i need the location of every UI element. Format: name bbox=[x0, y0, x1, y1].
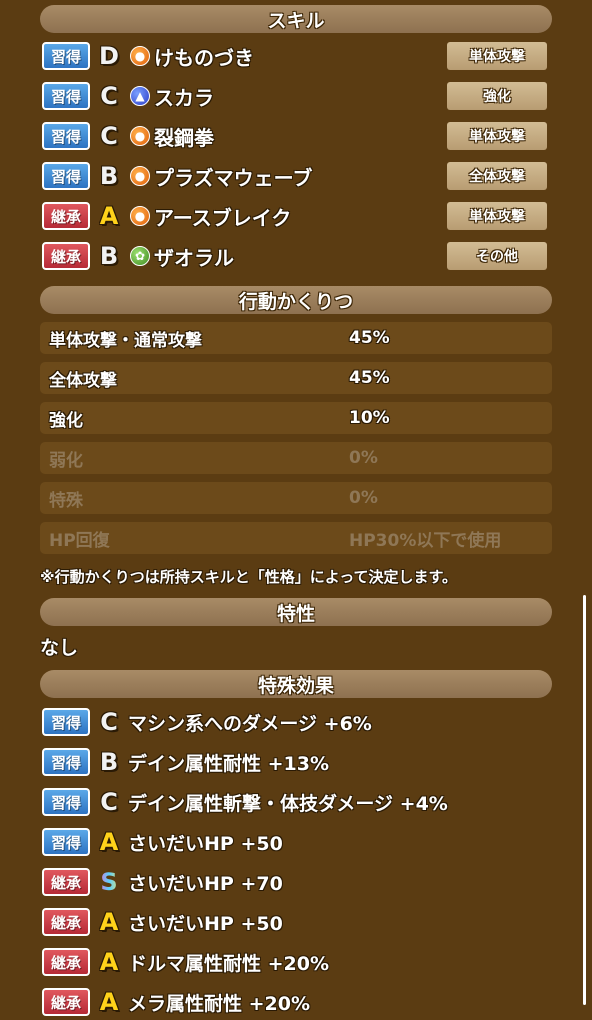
effect-text: ドルマ属性耐性 +20% bbox=[128, 952, 330, 975]
learn-badge: 習得 bbox=[42, 708, 90, 736]
effect-row: 継承 A ドルマ属性耐性 +20% bbox=[42, 945, 329, 979]
effect-text: デイン属性斬撃・体技ダメージ +4% bbox=[128, 792, 448, 815]
skill-row: 習得 B ● プラズマウェーブ bbox=[42, 159, 312, 193]
monster-detail-page: スキル 習得 D ● けものづき 単体攻撃 習得 C ▲ スカラ 強化 習得 C… bbox=[0, 0, 592, 1020]
rank-letter: B bbox=[99, 162, 119, 190]
trait-header: 特性 bbox=[40, 598, 552, 626]
behavior-label: 強化 bbox=[49, 410, 83, 431]
skill-name: けものづき bbox=[154, 45, 254, 70]
effect-row: 継承 A さいだいHP +50 bbox=[42, 905, 283, 939]
skill-row: 習得 C ● 裂鋼拳 bbox=[42, 119, 214, 153]
learn-badge: 習得 bbox=[42, 42, 90, 70]
rank-letter: S bbox=[96, 868, 122, 896]
orange-orb-icon: ● bbox=[130, 46, 150, 66]
behavior-label: 単体攻撃・通常攻撃 bbox=[49, 330, 202, 351]
skill-category-button[interactable]: 強化 bbox=[447, 82, 547, 110]
blue-shield-orb-icon: ▲ bbox=[130, 86, 150, 106]
behavior-label: HP回復 bbox=[49, 530, 110, 551]
behavior-label: 弱化 bbox=[49, 450, 83, 471]
rank-letter: C bbox=[100, 122, 118, 150]
rank-letter: A bbox=[99, 908, 119, 936]
skill-category-button[interactable]: 単体攻撃 bbox=[447, 202, 547, 230]
behavior-value: 45% bbox=[349, 368, 390, 388]
effect-text: さいだいHP +50 bbox=[128, 832, 283, 855]
inherit-badge: 継承 bbox=[42, 988, 90, 1016]
orange-orb-icon: ● bbox=[130, 166, 150, 186]
behavior-row: 強化 10% bbox=[40, 402, 552, 434]
effect-row: 習得 C マシン系へのダメージ +6% bbox=[42, 705, 372, 739]
scrollbar[interactable] bbox=[583, 595, 586, 1005]
learn-badge: 習得 bbox=[42, 828, 90, 856]
skills-header: スキル bbox=[40, 5, 552, 33]
inherit-badge: 継承 bbox=[42, 242, 90, 270]
rank-letter: C bbox=[100, 788, 118, 816]
effect-row: 習得 C デイン属性斬撃・体技ダメージ +4% bbox=[42, 785, 448, 819]
inherit-badge: 継承 bbox=[42, 908, 90, 936]
effect-text: さいだいHP +50 bbox=[128, 912, 283, 935]
learn-badge: 習得 bbox=[42, 122, 90, 150]
effect-row: 継承 S さいだいHP +70 bbox=[42, 865, 283, 899]
skill-name: 裂鋼拳 bbox=[154, 125, 214, 150]
rank-letter: B bbox=[99, 242, 119, 270]
learn-badge: 習得 bbox=[42, 162, 90, 190]
behavior-header: 行動かくりつ bbox=[40, 286, 552, 314]
skill-name: プラズマウェーブ bbox=[154, 165, 313, 190]
behavior-value: 45% bbox=[349, 328, 390, 348]
trait-value: なし bbox=[40, 637, 79, 659]
skill-row: 継承 A ● アースブレイク bbox=[42, 199, 291, 233]
rank-letter: D bbox=[99, 42, 119, 70]
behavior-row: 単体攻撃・通常攻撃 45% bbox=[40, 322, 552, 354]
behavior-value: 0% bbox=[349, 448, 378, 468]
rank-letter: A bbox=[99, 948, 119, 976]
skill-row: 継承 B ✿ ザオラル bbox=[42, 239, 234, 273]
effect-text: マシン系へのダメージ +6% bbox=[128, 712, 372, 735]
behavior-note: ※行動かくりつは所持スキルと「性格」によって決定します。 bbox=[40, 568, 458, 586]
skill-category-button[interactable]: その他 bbox=[447, 242, 547, 270]
skill-row: 習得 C ▲ スカラ bbox=[42, 79, 214, 113]
orange-orb-icon: ● bbox=[130, 206, 150, 226]
behavior-value: HP30%以下で使用 bbox=[349, 530, 502, 551]
effect-row: 習得 A さいだいHP +50 bbox=[42, 825, 283, 859]
skill-row: 習得 D ● けものづき bbox=[42, 39, 254, 73]
learn-badge: 習得 bbox=[42, 788, 90, 816]
inherit-badge: 継承 bbox=[42, 868, 90, 896]
behavior-label: 特殊 bbox=[49, 490, 83, 511]
behavior-row: 特殊 0% bbox=[40, 482, 552, 514]
skill-name: アースブレイク bbox=[154, 205, 292, 230]
inherit-badge: 継承 bbox=[42, 948, 90, 976]
rank-letter: A bbox=[99, 202, 119, 230]
skill-category-button[interactable]: 単体攻撃 bbox=[447, 42, 547, 70]
behavior-value: 0% bbox=[349, 488, 378, 508]
inherit-badge: 継承 bbox=[42, 202, 90, 230]
behavior-row: 弱化 0% bbox=[40, 442, 552, 474]
skill-category-button[interactable]: 単体攻撃 bbox=[447, 122, 547, 150]
behavior-value: 10% bbox=[349, 408, 390, 428]
skill-name: ザオラル bbox=[154, 245, 234, 270]
effect-row: 習得 B デイン属性耐性 +13% bbox=[42, 745, 329, 779]
rank-letter: C bbox=[100, 708, 118, 736]
effect-text: さいだいHP +70 bbox=[128, 872, 283, 895]
learn-badge: 習得 bbox=[42, 82, 90, 110]
learn-badge: 習得 bbox=[42, 748, 90, 776]
rank-letter: B bbox=[99, 748, 119, 776]
skill-name: スカラ bbox=[154, 85, 214, 110]
rank-letter: A bbox=[99, 988, 119, 1016]
special-effects-header: 特殊効果 bbox=[40, 670, 552, 698]
rank-letter: C bbox=[100, 82, 118, 110]
effect-text: デイン属性耐性 +13% bbox=[128, 752, 330, 775]
behavior-row: 全体攻撃 45% bbox=[40, 362, 552, 394]
effect-row: 継承 A メラ属性耐性 +20% bbox=[42, 985, 310, 1019]
green-heal-orb-icon: ✿ bbox=[130, 246, 150, 266]
skill-category-button[interactable]: 全体攻撃 bbox=[447, 162, 547, 190]
orange-orb-icon: ● bbox=[130, 126, 150, 146]
behavior-label: 全体攻撃 bbox=[49, 370, 117, 391]
effect-text: メラ属性耐性 +20% bbox=[128, 992, 311, 1015]
behavior-row: HP回復 HP30%以下で使用 bbox=[40, 522, 552, 554]
rank-letter: A bbox=[99, 828, 119, 856]
